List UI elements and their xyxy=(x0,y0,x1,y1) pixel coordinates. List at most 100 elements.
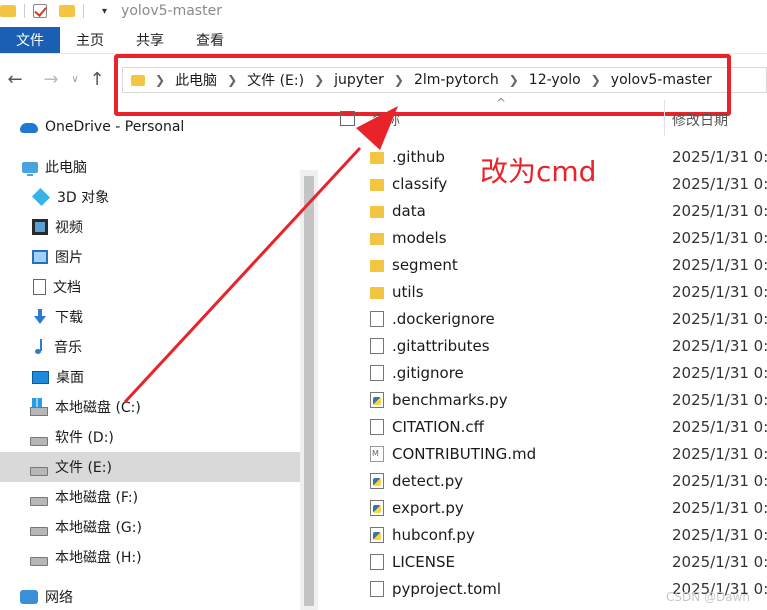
file-icon xyxy=(370,311,384,327)
column-divider[interactable] xyxy=(664,100,665,136)
sidebar-item-documents[interactable]: 文档 xyxy=(0,272,300,302)
sidebar-scrollbar[interactable] xyxy=(300,170,318,610)
new-folder-icon[interactable] xyxy=(59,5,75,17)
properties-check-icon[interactable] xyxy=(33,4,47,18)
markdown-file-icon xyxy=(370,446,384,462)
sidebar-item-label: OneDrive - Personal xyxy=(45,119,185,135)
table-row[interactable]: .gitattributes 2025/1/31 0:4 xyxy=(318,333,767,360)
folder-icon xyxy=(370,233,384,245)
download-icon xyxy=(32,309,48,325)
drive-icon xyxy=(30,436,48,446)
file-modified-date: 2025/1/31 0:4 xyxy=(672,553,767,571)
column-header-row: ^ 名称 修改日期 xyxy=(318,96,767,138)
column-header-name[interactable]: 名称 xyxy=(372,110,400,130)
sidebar-item-label: 视频 xyxy=(55,220,83,236)
sidebar-item-label: 文件 (E:) xyxy=(55,460,112,476)
drive-icon xyxy=(30,526,48,536)
sidebar-item-drive-e[interactable]: 文件 (E:) xyxy=(0,452,300,482)
table-row[interactable]: export.py 2025/1/31 0:4 xyxy=(318,495,767,522)
computer-icon xyxy=(22,161,38,176)
forward-arrow-icon[interactable]: → xyxy=(40,69,62,90)
file-icon xyxy=(370,419,384,435)
file-modified-date: 2025/1/31 0:4 xyxy=(672,310,767,328)
table-row[interactable]: hubconf.py 2025/1/31 0:4 xyxy=(318,522,767,549)
divider xyxy=(83,4,84,18)
tab-home[interactable]: 主页 xyxy=(60,27,120,53)
file-modified-date: 2025/1/31 0:4 xyxy=(672,418,767,436)
video-icon xyxy=(32,219,48,235)
tab-file[interactable]: 文件 xyxy=(0,27,60,53)
sidebar-item-drive-f[interactable]: 本地磁盘 (F:) xyxy=(0,482,300,512)
sidebar-item-label: 文档 xyxy=(53,280,81,296)
ribbon-tabs: 文件 主页 共享 查看 xyxy=(0,27,767,54)
onedrive-icon xyxy=(20,123,38,133)
file-icon xyxy=(370,554,384,570)
file-name: CITATION.cff xyxy=(392,418,484,436)
table-row[interactable]: models 2025/1/31 0:4 xyxy=(318,225,767,252)
table-row[interactable]: CITATION.cff 2025/1/31 0:4 xyxy=(318,414,767,441)
python-file-icon xyxy=(370,392,384,408)
music-icon xyxy=(33,339,47,355)
desktop-icon xyxy=(32,370,49,384)
file-modified-date: 2025/1/31 0:4 xyxy=(672,526,767,544)
folder-icon xyxy=(370,287,384,299)
file-name: CONTRIBUTING.md xyxy=(392,445,537,463)
sidebar-item-music[interactable]: 音乐 xyxy=(0,332,300,362)
sidebar-item-drive-h[interactable]: 本地磁盘 (H:) xyxy=(0,542,300,572)
customize-quick-access-icon[interactable]: ▾ xyxy=(102,6,107,17)
file-name: classify xyxy=(392,175,448,193)
sidebar-item-videos[interactable]: 视频 xyxy=(0,212,300,242)
file-name: models xyxy=(392,229,447,247)
table-row[interactable]: LICENSE 2025/1/31 0:4 xyxy=(318,549,767,576)
table-row[interactable]: benchmarks.py 2025/1/31 0:4 xyxy=(318,387,767,414)
sidebar-item-label: 图片 xyxy=(55,250,83,266)
sidebar-item-desktop[interactable]: 桌面 xyxy=(0,362,300,392)
file-name: utils xyxy=(392,283,424,301)
sidebar-item-label: 软件 (D:) xyxy=(55,430,114,446)
tab-view[interactable]: 查看 xyxy=(180,27,240,53)
sidebar-item-downloads[interactable]: 下载 xyxy=(0,302,300,332)
sidebar-item-label: 本地磁盘 (F:) xyxy=(55,490,139,506)
folder-icon xyxy=(370,179,384,191)
sort-caret-icon: ^ xyxy=(496,96,507,110)
drive-icon xyxy=(30,466,48,476)
back-arrow-icon[interactable]: ← xyxy=(4,69,26,90)
column-header-date[interactable]: 修改日期 xyxy=(672,110,728,130)
up-arrow-icon[interactable]: ↑ xyxy=(86,69,108,90)
file-modified-date: 2025/1/31 0:4 xyxy=(672,283,767,301)
sidebar-item-onedrive[interactable]: OneDrive - Personal xyxy=(0,112,300,142)
file-modified-date: 2025/1/31 0:4 xyxy=(672,256,767,274)
tab-share[interactable]: 共享 xyxy=(120,27,180,53)
folder-icon xyxy=(370,206,384,218)
navigation-pane: OneDrive - Personal 此电脑 3D 对象 视频 图片 文档 下… xyxy=(0,110,300,610)
sidebar-item-pictures[interactable]: 图片 xyxy=(0,242,300,272)
table-row[interactable]: segment 2025/1/31 0:4 xyxy=(318,252,767,279)
table-row[interactable]: utils 2025/1/31 0:4 xyxy=(318,279,767,306)
sidebar-item-drive-c[interactable]: 本地磁盘 (C:) xyxy=(0,392,300,422)
drive-icon xyxy=(30,496,48,506)
sidebar-item-drive-g[interactable]: 本地磁盘 (G:) xyxy=(0,512,300,542)
table-row[interactable]: .dockerignore 2025/1/31 0:4 xyxy=(318,306,767,333)
file-icon xyxy=(370,581,384,597)
table-row[interactable]: detect.py 2025/1/31 0:4 xyxy=(318,468,767,495)
file-modified-date: 2025/1/31 0:4 xyxy=(672,391,767,409)
file-name: .gitignore xyxy=(392,364,464,382)
annotation-text: 改为cmd xyxy=(480,155,597,188)
sidebar-item-3d-objects[interactable]: 3D 对象 xyxy=(0,182,300,212)
file-name: LICENSE xyxy=(392,553,455,571)
sidebar-item-drive-d[interactable]: 软件 (D:) xyxy=(0,422,300,452)
file-name: detect.py xyxy=(392,472,464,490)
table-row[interactable]: CONTRIBUTING.md 2025/1/31 0:4 xyxy=(318,441,767,468)
select-all-checkbox[interactable] xyxy=(340,111,355,126)
sidebar-item-network[interactable]: 网络 xyxy=(0,582,300,610)
sidebar-item-this-pc[interactable]: 此电脑 xyxy=(0,152,300,182)
folder-icon xyxy=(0,5,16,17)
sidebar-item-label: 桌面 xyxy=(56,370,84,386)
sidebar-item-label: 本地磁盘 (G:) xyxy=(55,520,142,536)
table-row[interactable]: data 2025/1/31 0:4 xyxy=(318,198,767,225)
file-modified-date: 2025/1/31 0:4 xyxy=(672,202,767,220)
file-name: segment xyxy=(392,256,458,274)
recent-locations-icon[interactable]: ∨ xyxy=(70,74,80,85)
table-row[interactable]: .gitignore 2025/1/31 0:4 xyxy=(318,360,767,387)
scrollbar-thumb[interactable] xyxy=(304,176,314,606)
